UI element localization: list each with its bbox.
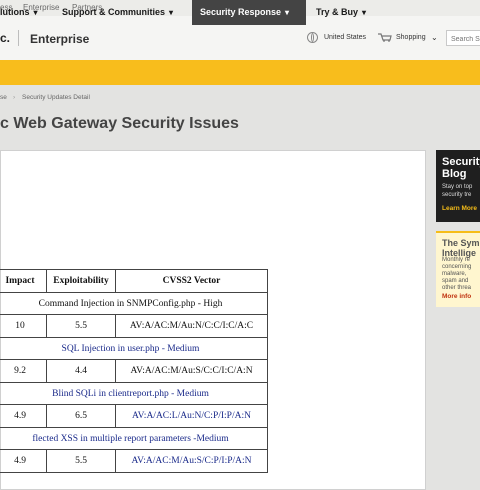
table-row: 9.2 4.4 AV:A/AC:M/Au:S/C:C/I:C/A:N <box>0 359 268 383</box>
blog-promo[interactable]: Security Blog Stay on top security tre L… <box>436 150 480 222</box>
intel-description: Monthly re concerning malware, spam and … <box>442 257 471 292</box>
chevron-down-icon: ▾ <box>169 8 174 17</box>
intel-line: Monthly re <box>442 257 471 263</box>
impact-cell: 9.2 <box>0 359 47 383</box>
intel-more-info-link[interactable]: More info <box>442 293 471 300</box>
vector-cell: AV:A/AC:L/Au:N/C:P/I:P/A:N <box>115 404 268 428</box>
impact-cell: 4.9 <box>0 404 47 428</box>
chevron-down-icon: ▾ <box>285 8 290 17</box>
header-exploitability: Exploitability <box>46 269 116 293</box>
cart-icon[interactable] <box>378 33 392 42</box>
vector-cell: AV:A/AC:M/Au:S/C:P/I:P/A:N <box>115 449 268 473</box>
table-row: 10 5.5 AV:A/AC:M/Au:N/C:C/I:C/A:C <box>0 314 268 338</box>
vuln-title: flected XSS in multiple report parameter… <box>0 427 268 450</box>
vector-cell: AV:A/AC:M/Au:S/C:C/I:C/A:N <box>115 359 268 383</box>
table-header-row: Impact Exploitability CVSS2 Vector <box>0 269 268 293</box>
globe-icon[interactable] <box>307 32 318 43</box>
exploitability-cell: 6.5 <box>46 404 116 428</box>
intel-title: The Sym Intellige <box>442 238 480 258</box>
blog-learn-more-link[interactable]: Learn More <box>442 205 477 212</box>
blog-title-line: Security <box>442 156 480 168</box>
table-group-title-row: Command Injection in SNMPConfig.php - Hi… <box>0 292 268 315</box>
brand-label: Enterprise <box>30 32 90 46</box>
page-title: c Web Gateway Security Issues <box>0 115 239 132</box>
content-panel: Impact Exploitability CVSS2 Vector Comma… <box>0 150 426 490</box>
breadcrumb-current: Security Updates Detail <box>22 94 90 101</box>
blog-subtitle-line: security tre <box>442 192 472 198</box>
intel-title-line: The Sym <box>442 238 480 248</box>
blog-title-line: Blog <box>442 168 467 180</box>
table-group-title-row: SQL Injection in user.php - Medium <box>0 337 268 360</box>
nav-item-support[interactable]: Support & Communities ▾ <box>62 0 173 25</box>
vuln-title: Command Injection in SNMPConfig.php - Hi… <box>0 292 268 315</box>
nav-label: lutions <box>0 7 30 17</box>
search-input[interactable] <box>446 30 480 46</box>
nav-item-try-buy[interactable]: Try & Buy ▾ <box>316 0 366 25</box>
blog-subtitle-line: Stay on top <box>442 184 473 190</box>
blog-subtitle: Stay on top security tre <box>442 183 472 199</box>
main-nav <box>0 60 480 85</box>
exploitability-cell: 5.5 <box>46 449 116 473</box>
table-group-title-row: Blind SQLi in clientreport.php - Medium <box>0 382 268 405</box>
exploitability-cell: 4.4 <box>46 359 116 383</box>
logo[interactable]: c. <box>0 31 10 45</box>
vuln-title: Blind SQLi in clientreport.php - Medium <box>0 382 268 405</box>
vector-cell: AV:A/AC:M/Au:N/C:C/I:C/A:C <box>115 314 268 338</box>
intel-line: spam and <box>442 278 469 284</box>
header-cvss: CVSS2 Vector <box>115 269 268 293</box>
nav-label: Try & Buy <box>316 7 359 17</box>
intel-line: concerning <box>442 264 472 270</box>
chevron-down-icon: ▾ <box>362 8 367 17</box>
nav-label: Support & Communities <box>62 7 165 17</box>
table-row: 4.9 6.5 AV:A/AC:L/Au:N/C:P/I:P/A:N <box>0 404 268 428</box>
vulnerability-table: Impact Exploitability CVSS2 Vector Comma… <box>0 269 268 473</box>
blog-title: Security Blog <box>442 156 480 180</box>
intelligence-report-promo[interactable]: The Sym Intellige Monthly re concerning … <box>436 231 480 307</box>
breadcrumb-item[interactable]: se <box>0 94 7 101</box>
nav-label: Security Response <box>200 7 282 17</box>
impact-cell: 4.9 <box>0 449 47 473</box>
header-impact: Impact <box>0 269 47 293</box>
nav-item-solutions[interactable]: lutions ▾ <box>0 0 38 25</box>
table-row: 4.9 5.5 AV:A/AC:M/Au:S/C:P/I:P/A:N <box>0 449 268 473</box>
vuln-title: SQL Injection in user.php - Medium <box>0 337 268 360</box>
exploitability-cell: 5.5 <box>46 314 116 338</box>
chevron-down-icon: ▾ <box>33 8 38 17</box>
intel-line: malware, <box>442 271 467 277</box>
chevron-down-icon: ⌄ <box>431 33 438 42</box>
impact-cell: 10 <box>0 314 47 338</box>
shopping-menu[interactable]: Shopping <box>396 34 426 41</box>
table-group-title-row: flected XSS in multiple report parameter… <box>0 427 268 450</box>
intel-line: other threa <box>442 285 472 291</box>
breadcrumb-separator: › <box>13 94 16 101</box>
logo-divider <box>18 30 19 46</box>
country-selector[interactable]: United States <box>324 34 366 41</box>
nav-item-security-response[interactable]: Security Response ▾ <box>192 0 306 25</box>
